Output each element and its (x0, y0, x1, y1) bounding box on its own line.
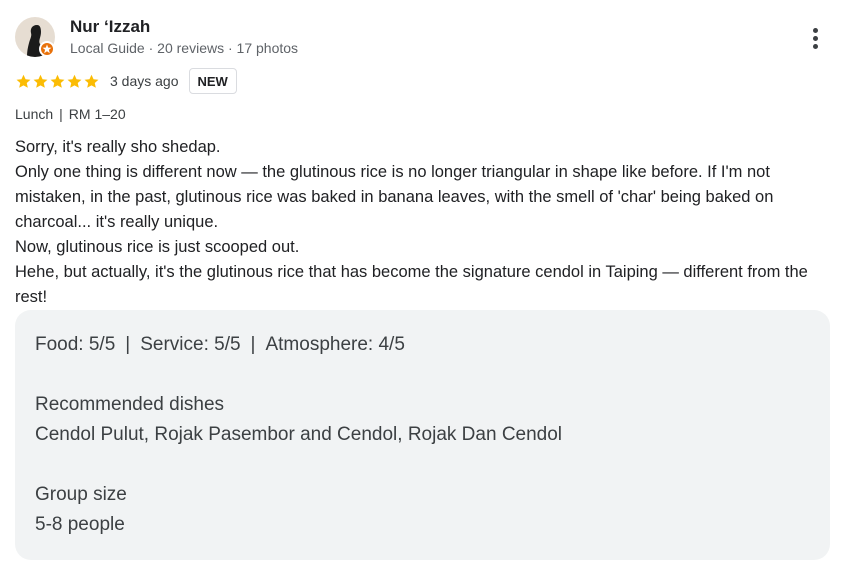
review-card: Nur ‘Izzah Local Guide · 20 reviews · 17… (0, 0, 847, 572)
star-rating (15, 67, 100, 95)
review-line: Only one thing is different now — the gl… (15, 163, 774, 231)
review-line: Sorry, it's really sho shedap. (15, 138, 221, 156)
review-count: 20 reviews (157, 40, 225, 56)
visit-info: Lunch | RM 1–20 (15, 106, 126, 122)
meal-type: Lunch (15, 106, 54, 122)
review-line: Now, glutinous rice is just scooped out. (15, 238, 300, 256)
sub-ratings: Food: 5/5 | Service: 5/5 | Atmosphere: 4/5 (35, 334, 405, 356)
more-vert-icon (813, 28, 818, 33)
review-date: 3 days ago (110, 73, 179, 89)
group-size-value: 5-8 people (35, 514, 125, 535)
photo-count: 17 photos (236, 40, 299, 56)
reviewer-meta: Local Guide · 20 reviews · 17 photos (70, 40, 298, 56)
price-range: RM 1–20 (68, 106, 126, 122)
atmosphere-rating: Atmosphere: 4/5 (265, 334, 405, 355)
more-options-button[interactable] (800, 22, 830, 56)
new-badge: NEW (188, 68, 237, 94)
recommended-dishes-label: Recommended dishes (35, 394, 225, 415)
rating-row: 3 days ago NEW (15, 67, 237, 95)
visit-separator: | (59, 106, 63, 122)
food-rating: Food: 5/5 (35, 334, 116, 355)
rating-separator: | (250, 334, 256, 355)
reviewer-name[interactable]: Nur ‘Izzah (70, 17, 150, 37)
meta-separator: · (144, 40, 158, 56)
review-line: Hehe, but actually, it's the glutinous r… (15, 263, 808, 306)
avatar[interactable] (15, 17, 55, 57)
meta-separator: · (224, 40, 237, 56)
star-icon (33, 74, 48, 88)
group-size-label: Group size (35, 484, 127, 505)
star-icon (84, 74, 99, 88)
review-details-card: Food: 5/5 | Service: 5/5 | Atmosphere: 4/5 R… (15, 310, 830, 560)
review-text: Sorry, it's really sho shedap. Only one … (15, 135, 835, 310)
local-guide-badge-icon (39, 41, 55, 57)
local-guide-label: Local Guide (70, 40, 145, 56)
rating-separator: | (125, 334, 131, 355)
star-icon (67, 74, 82, 88)
star-icon (50, 74, 65, 88)
recommended-dishes-value: Cendol Pulut, Rojak Pasembor and Cendol,… (35, 424, 563, 445)
service-rating: Service: 5/5 (140, 334, 241, 355)
star-icon (16, 74, 31, 88)
